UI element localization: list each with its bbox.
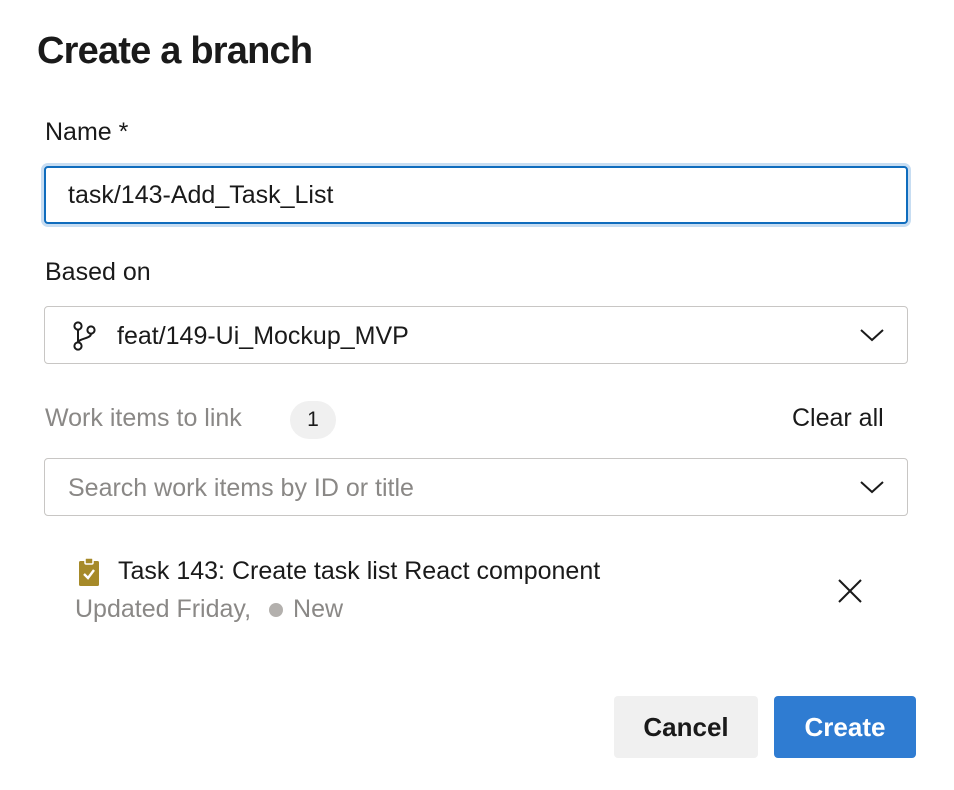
dialog-title: Create a branch xyxy=(37,30,313,72)
work-item-title[interactable]: Task 143: Create task list React compone… xyxy=(118,557,600,586)
name-label: Name * xyxy=(45,118,129,146)
work-items-label: Work items to link xyxy=(45,404,242,432)
create-branch-dialog: Create a branch Name * Based on feat/149… xyxy=(0,0,954,790)
work-item-updated: Updated Friday, xyxy=(75,595,252,623)
chevron-down-icon xyxy=(860,329,884,342)
based-on-branch-dropdown[interactable]: feat/149-Ui_Mockup_MVP xyxy=(44,306,908,364)
clear-all-link[interactable]: Clear all xyxy=(792,404,884,433)
task-clipboard-icon xyxy=(79,557,99,586)
create-button[interactable]: Create xyxy=(774,696,916,758)
work-items-search-dropdown[interactable]: Search work items by ID or title xyxy=(44,458,908,516)
work-items-count-badge: 1 xyxy=(290,401,336,439)
branch-icon xyxy=(73,321,96,351)
work-item-status: New xyxy=(293,595,344,623)
status-dot-icon xyxy=(269,602,284,617)
branch-name-input[interactable] xyxy=(44,166,908,224)
based-on-label: Based on xyxy=(45,258,151,286)
cancel-button[interactable]: Cancel xyxy=(614,696,758,758)
chevron-down-icon xyxy=(860,481,884,494)
close-icon[interactable] xyxy=(832,573,868,609)
work-item-meta: Updated Friday, New xyxy=(75,595,343,624)
based-on-selected-branch: feat/149-Ui_Mockup_MVP xyxy=(117,322,409,350)
work-items-search-placeholder: Search work items by ID or title xyxy=(68,474,414,502)
